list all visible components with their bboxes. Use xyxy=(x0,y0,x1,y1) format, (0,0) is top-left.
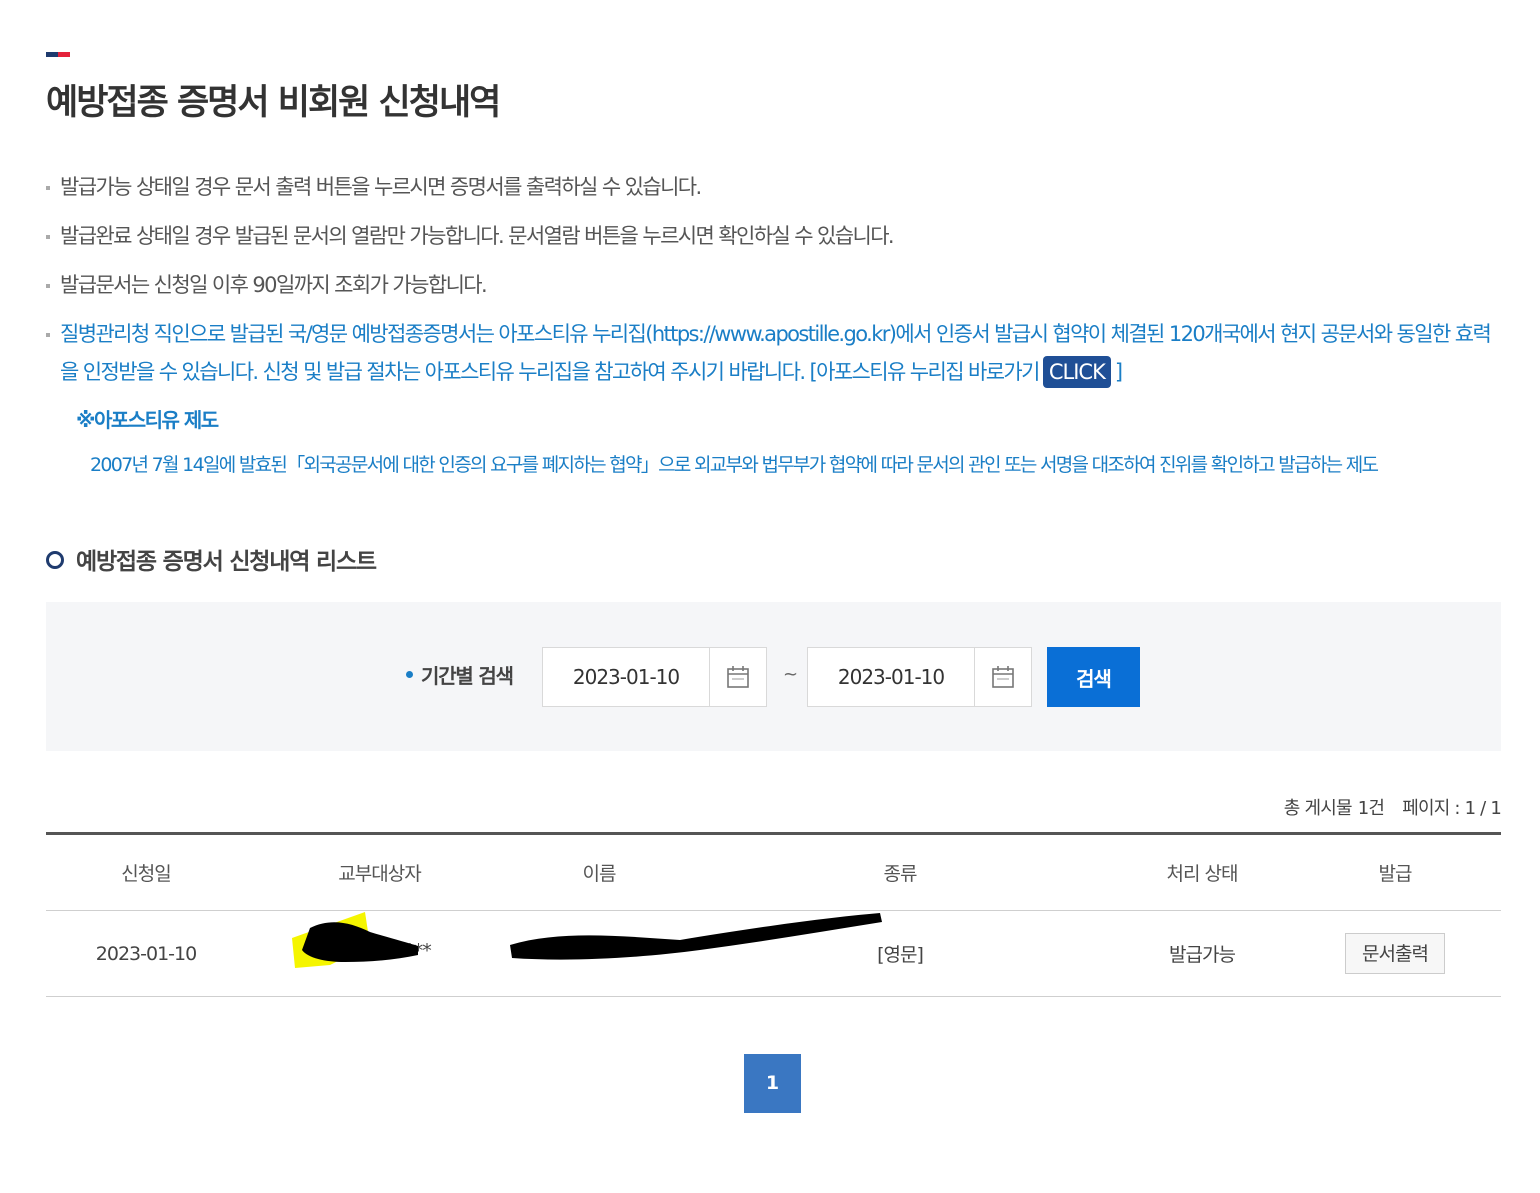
apostille-click-button[interactable]: CLICK xyxy=(1042,356,1111,388)
cell-date: 2023-01-10 xyxy=(46,910,246,997)
title-accent-mark xyxy=(46,52,70,57)
total-count: 1건 xyxy=(1357,798,1385,819)
page-title: 예방접종 증명서 비회원 신청내역 xyxy=(46,83,501,123)
date-range-separator: ~ xyxy=(783,664,799,685)
column-header-recipient: 교부대상자 xyxy=(246,833,513,911)
cell-status: 발급가능 xyxy=(1115,910,1289,997)
calendar-icon[interactable] xyxy=(710,648,766,706)
apostille-notice: 질병관리청 직인으로 발급된 국/영문 예방접종증명서는 아포스티유 누리집(h… xyxy=(46,315,1505,391)
notice-item: 발급완료 상태일 경우 발급된 문서의 열람만 가능합니다. 문서열람 버튼을 … xyxy=(46,217,1506,255)
apostille-system-title: ※아포스티유 제도 xyxy=(76,408,219,432)
search-label-text: 기간별 검색 xyxy=(421,664,514,688)
notice-list: 발급가능 상태일 경우 문서 출력 버튼을 누르시면 증명서를 출력하실 수 있… xyxy=(46,168,1506,402)
cell-recipient: ***** xyxy=(246,910,513,997)
search-panel: 기간별 검색 ~ 검색 xyxy=(46,602,1501,751)
pagination-page-1[interactable]: 1 xyxy=(744,1054,801,1113)
column-header-type: 종류 xyxy=(685,833,1115,911)
dot-bullet-icon xyxy=(406,671,413,678)
search-label: 기간별 검색 xyxy=(406,660,514,689)
circle-bullet-icon xyxy=(46,550,64,569)
column-header-status: 처리 상태 xyxy=(1115,833,1289,911)
end-date-field xyxy=(807,647,1032,707)
print-document-button[interactable]: 문서출력 xyxy=(1345,933,1445,974)
column-header-date: 신청일 xyxy=(46,833,246,911)
table-row: 2023-01-10 ***** [영문] 발급가능 문서출력 xyxy=(46,910,1501,997)
application-table: 신청일 교부대상자 이름 종류 처리 상태 발급 2023-01-10 ****… xyxy=(46,832,1501,997)
cell-type: [영문] xyxy=(685,910,1115,997)
section-title-text: 예방접종 증명서 신청내역 리스트 xyxy=(76,549,377,575)
recipient-masked: ***** xyxy=(388,939,431,962)
column-header-issue: 발급 xyxy=(1289,833,1501,911)
cell-action: 문서출력 xyxy=(1289,910,1501,997)
table-header-row: 신청일 교부대상자 이름 종류 처리 상태 발급 xyxy=(46,833,1501,911)
page-indicator: 페이지 : 1 / 1 xyxy=(1402,798,1502,819)
notice-item: 발급가능 상태일 경우 문서 출력 버튼을 누르시면 증명서를 출력하실 수 있… xyxy=(46,168,1506,206)
start-date-field xyxy=(542,647,767,707)
closing-bracket: ] xyxy=(1114,360,1123,384)
end-date-input[interactable] xyxy=(808,648,975,706)
apostille-notice-text: 질병관리청 직인으로 발급된 국/영문 예방접종증명서는 아포스티유 누리집(h… xyxy=(60,322,1492,384)
start-date-input[interactable] xyxy=(543,648,710,706)
total-label: 총 게시물 xyxy=(1283,798,1353,819)
apostille-system-desc: 2007년 7월 14일에 발효된「외국공문서에 대한 인증의 요구를 폐지하는… xyxy=(90,454,1379,476)
column-header-name: 이름 xyxy=(513,833,685,911)
search-button[interactable]: 검색 xyxy=(1047,647,1140,707)
calendar-icon[interactable] xyxy=(975,648,1031,706)
list-meta: 총 게시물 1건 페이지 : 1 / 1 xyxy=(1278,794,1502,820)
cell-name xyxy=(513,910,685,997)
section-title: 예방접종 증명서 신청내역 리스트 xyxy=(46,542,377,576)
notice-item: 발급문서는 신청일 이후 90일까지 조회가 가능합니다. xyxy=(46,266,1506,304)
